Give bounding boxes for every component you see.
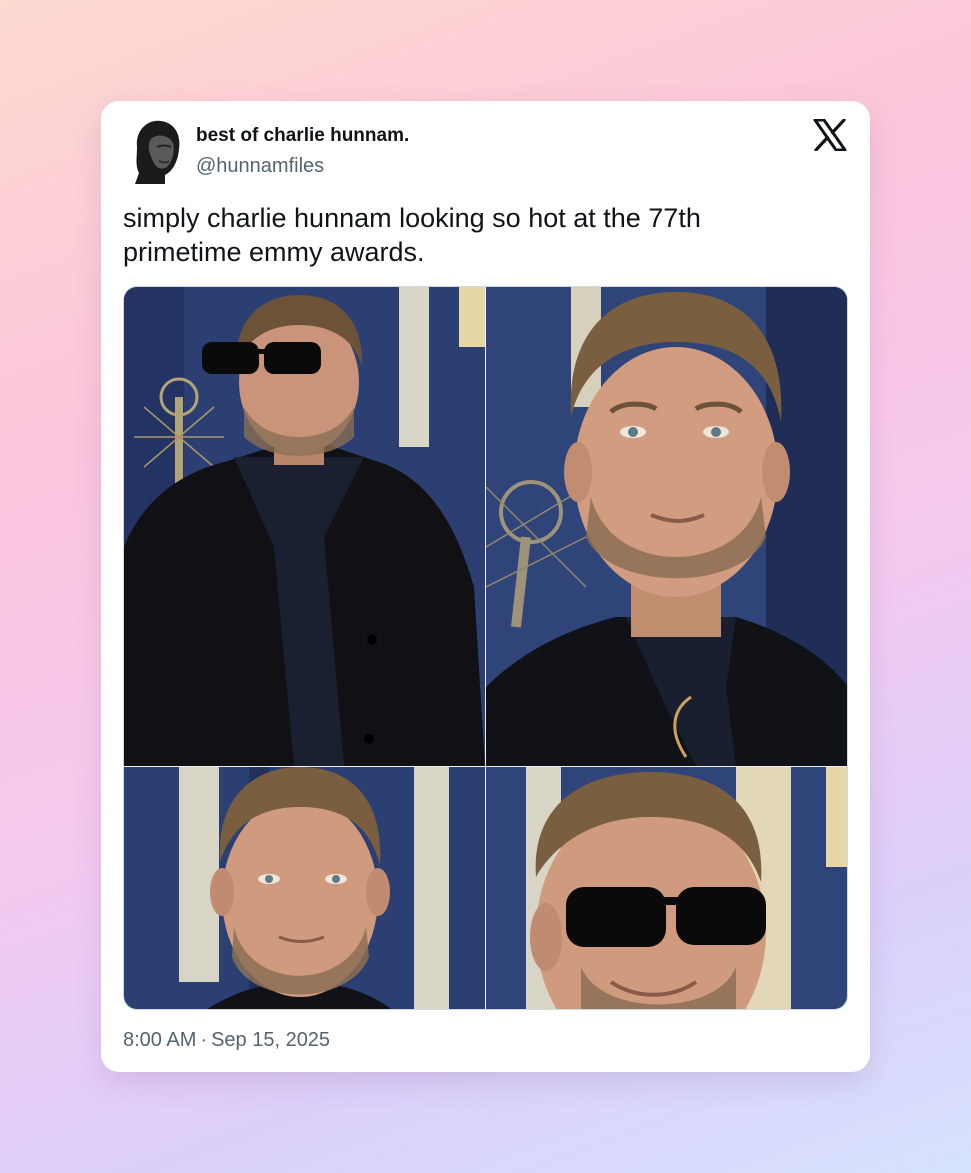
x-logo-icon[interactable] [813,118,847,152]
avatar[interactable] [129,117,183,184]
photo-4[interactable] [486,767,847,1009]
tweet-timestamp[interactable]: 8:00 AM · Sep 15, 2025 [123,1029,330,1052]
display-name[interactable]: best of charlie hunnam. [196,125,409,147]
timestamp-separator: · [200,1029,208,1051]
photo-3[interactable] [124,767,485,1009]
tweet-card: best of charlie hunnam. @hunnamfiles sim… [101,101,870,1072]
photo-1[interactable] [124,287,485,766]
photo-2[interactable] [486,287,847,766]
tweet-date: Sep 15, 2025 [211,1029,331,1051]
avatar-image [129,117,183,184]
tweet-time: 8:00 AM [123,1029,197,1051]
tweet-text: simply charlie hunnam looking so hot at … [123,203,701,267]
media-grid [123,286,848,1010]
user-handle[interactable]: @hunnamfiles [196,155,324,178]
